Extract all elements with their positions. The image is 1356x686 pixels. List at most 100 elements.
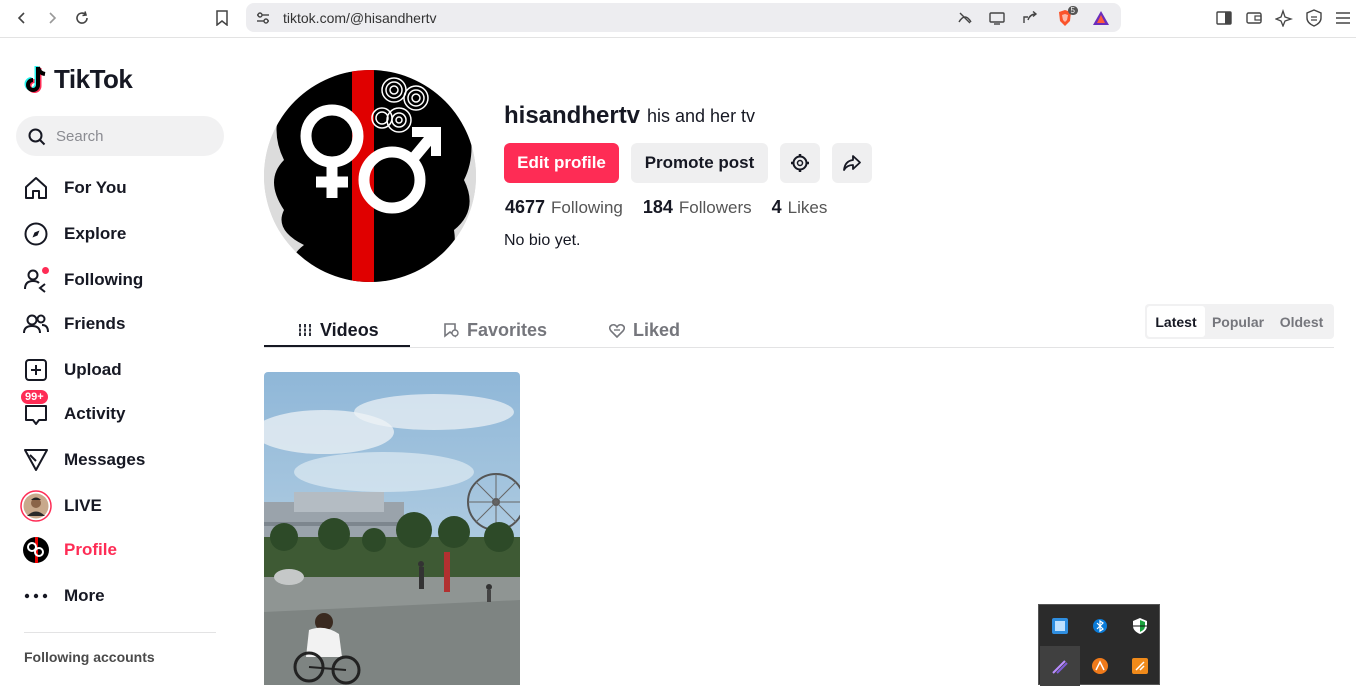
- system-tray-popup: [1038, 604, 1160, 686]
- logo-text: TikTok: [54, 64, 133, 94]
- search-icon: [28, 128, 46, 146]
- tab-liked[interactable]: Liked: [609, 313, 680, 347]
- friends-icon: [20, 308, 52, 340]
- address-bar[interactable]: tiktok.com/@hisandhertv 5: [246, 3, 1121, 32]
- search-input[interactable]: Search: [16, 116, 224, 156]
- upload-icon: [20, 354, 52, 386]
- pen-app-icon[interactable]: [1040, 646, 1080, 686]
- liked-heart-icon: [609, 323, 625, 338]
- messages-icon: [20, 444, 52, 476]
- tools-app-icon[interactable]: [1120, 646, 1160, 686]
- live-avatar-icon: [20, 490, 52, 522]
- vpn-shield-icon[interactable]: [1305, 9, 1323, 27]
- likes-stat: 4 Likes: [772, 197, 828, 218]
- videos-grid-icon: [298, 324, 312, 336]
- following-stat[interactable]: 4677 Following: [505, 197, 623, 218]
- favorites-icon: [444, 323, 459, 338]
- nav-label: Explore: [64, 224, 127, 243]
- profile-avatar[interactable]: [264, 70, 476, 282]
- brave-shields-icon[interactable]: 5: [1056, 6, 1078, 27]
- following-users-icon: [20, 264, 52, 296]
- video-thumbnail[interactable]: [264, 372, 520, 685]
- nav-label: Activity: [64, 404, 126, 423]
- likes-count: 4: [771, 197, 782, 217]
- leo-ai-icon[interactable]: [1275, 9, 1293, 27]
- tiktok-logo[interactable]: TikTok: [24, 64, 133, 95]
- nav-label: Profile: [64, 540, 117, 559]
- following-accounts-title: Following accounts: [24, 649, 155, 665]
- site-settings-icon[interactable]: [254, 9, 272, 27]
- promote-post-button[interactable]: Promote post: [631, 143, 768, 183]
- nav-more[interactable]: More: [20, 578, 105, 614]
- gear-icon: [791, 154, 809, 172]
- wallet-icon[interactable]: [1245, 9, 1263, 27]
- nav-friends[interactable]: Friends: [20, 306, 125, 342]
- likes-label: Likes: [787, 198, 828, 217]
- share-profile-button[interactable]: [832, 143, 872, 183]
- tabs-divider: [264, 347, 1334, 348]
- profile-username: hisandhertv: [504, 102, 641, 129]
- profile-nickname: his and her tv: [647, 106, 756, 126]
- followers-stat[interactable]: 184 Followers: [643, 197, 752, 218]
- menu-icon[interactable]: [1334, 9, 1352, 27]
- brave-rewards-icon[interactable]: [1092, 9, 1110, 27]
- sort-popular[interactable]: Popular: [1205, 306, 1271, 337]
- tiktok-note-icon: [24, 65, 46, 93]
- nav-label: Friends: [64, 314, 126, 333]
- tab-favorites[interactable]: Favorites: [443, 313, 547, 347]
- sidebar-toggle-icon[interactable]: [1215, 9, 1233, 27]
- sort-oldest[interactable]: Oldest: [1271, 306, 1332, 337]
- nav-upload[interactable]: Upload: [20, 352, 122, 388]
- forward-icon[interactable]: [40, 6, 64, 30]
- no-signal-icon[interactable]: [956, 9, 974, 27]
- bookmark-icon[interactable]: [210, 6, 234, 30]
- back-icon[interactable]: [10, 6, 34, 30]
- nav-explore[interactable]: Explore: [20, 216, 126, 252]
- notification-dot: [42, 267, 49, 274]
- reload-icon[interactable]: [70, 6, 94, 30]
- sidebar-divider: [24, 632, 216, 633]
- following-label: Following: [551, 198, 623, 217]
- search-placeholder: Search: [56, 128, 104, 145]
- nav-label: More: [64, 586, 105, 605]
- tab-label: Favorites: [467, 319, 548, 340]
- nav-profile[interactable]: Profile: [20, 532, 117, 568]
- followers-label: Followers: [678, 198, 752, 217]
- tab-videos[interactable]: Videos: [298, 313, 379, 347]
- more-dots-icon: [20, 580, 52, 612]
- profile-stats: 4677 Following 184 Followers 4 Likes: [505, 197, 827, 218]
- nav-activity[interactable]: 99+ Activity: [20, 389, 126, 432]
- nav-label: Messages: [64, 450, 146, 469]
- nav-live[interactable]: LIVE: [20, 488, 102, 524]
- edit-profile-button[interactable]: Edit profile: [504, 143, 619, 183]
- cast-icon[interactable]: [988, 9, 1006, 27]
- nav-label: For You: [64, 178, 127, 197]
- share-arrow-icon: [843, 155, 861, 171]
- compass-icon: [20, 218, 52, 250]
- bluetooth-icon[interactable]: [1080, 606, 1120, 646]
- followers-count: 184: [642, 197, 673, 217]
- nav-label: Upload: [64, 360, 122, 379]
- nav-following[interactable]: Following: [20, 262, 143, 298]
- profile-bio: No bio yet.: [504, 232, 581, 249]
- share-icon[interactable]: [1021, 9, 1039, 27]
- sort-toggle: Latest Popular Oldest: [1145, 304, 1334, 339]
- nav-label: Following: [64, 270, 144, 289]
- security-shield-icon[interactable]: [1120, 606, 1160, 646]
- orange-app-icon[interactable]: [1080, 646, 1120, 686]
- sort-latest[interactable]: Latest: [1147, 306, 1205, 337]
- brave-badge: 5: [1067, 6, 1078, 15]
- browser-toolbar: tiktok.com/@hisandhertv 5: [0, 0, 1356, 38]
- nav-messages[interactable]: Messages: [20, 442, 145, 478]
- profile-avatar-icon: [20, 534, 52, 566]
- nav-label: LIVE: [64, 496, 102, 515]
- activity-icon: 99+: [20, 389, 52, 430]
- following-count: 4677: [505, 197, 546, 217]
- network-app-icon[interactable]: [1040, 606, 1080, 646]
- nav-for-you[interactable]: For You: [20, 170, 127, 206]
- tab-label: Liked: [633, 319, 681, 340]
- tab-label: Videos: [320, 319, 379, 340]
- home-icon: [20, 172, 52, 204]
- settings-button[interactable]: [780, 143, 820, 183]
- url-text: tiktok.com/@hisandhertv: [283, 10, 437, 26]
